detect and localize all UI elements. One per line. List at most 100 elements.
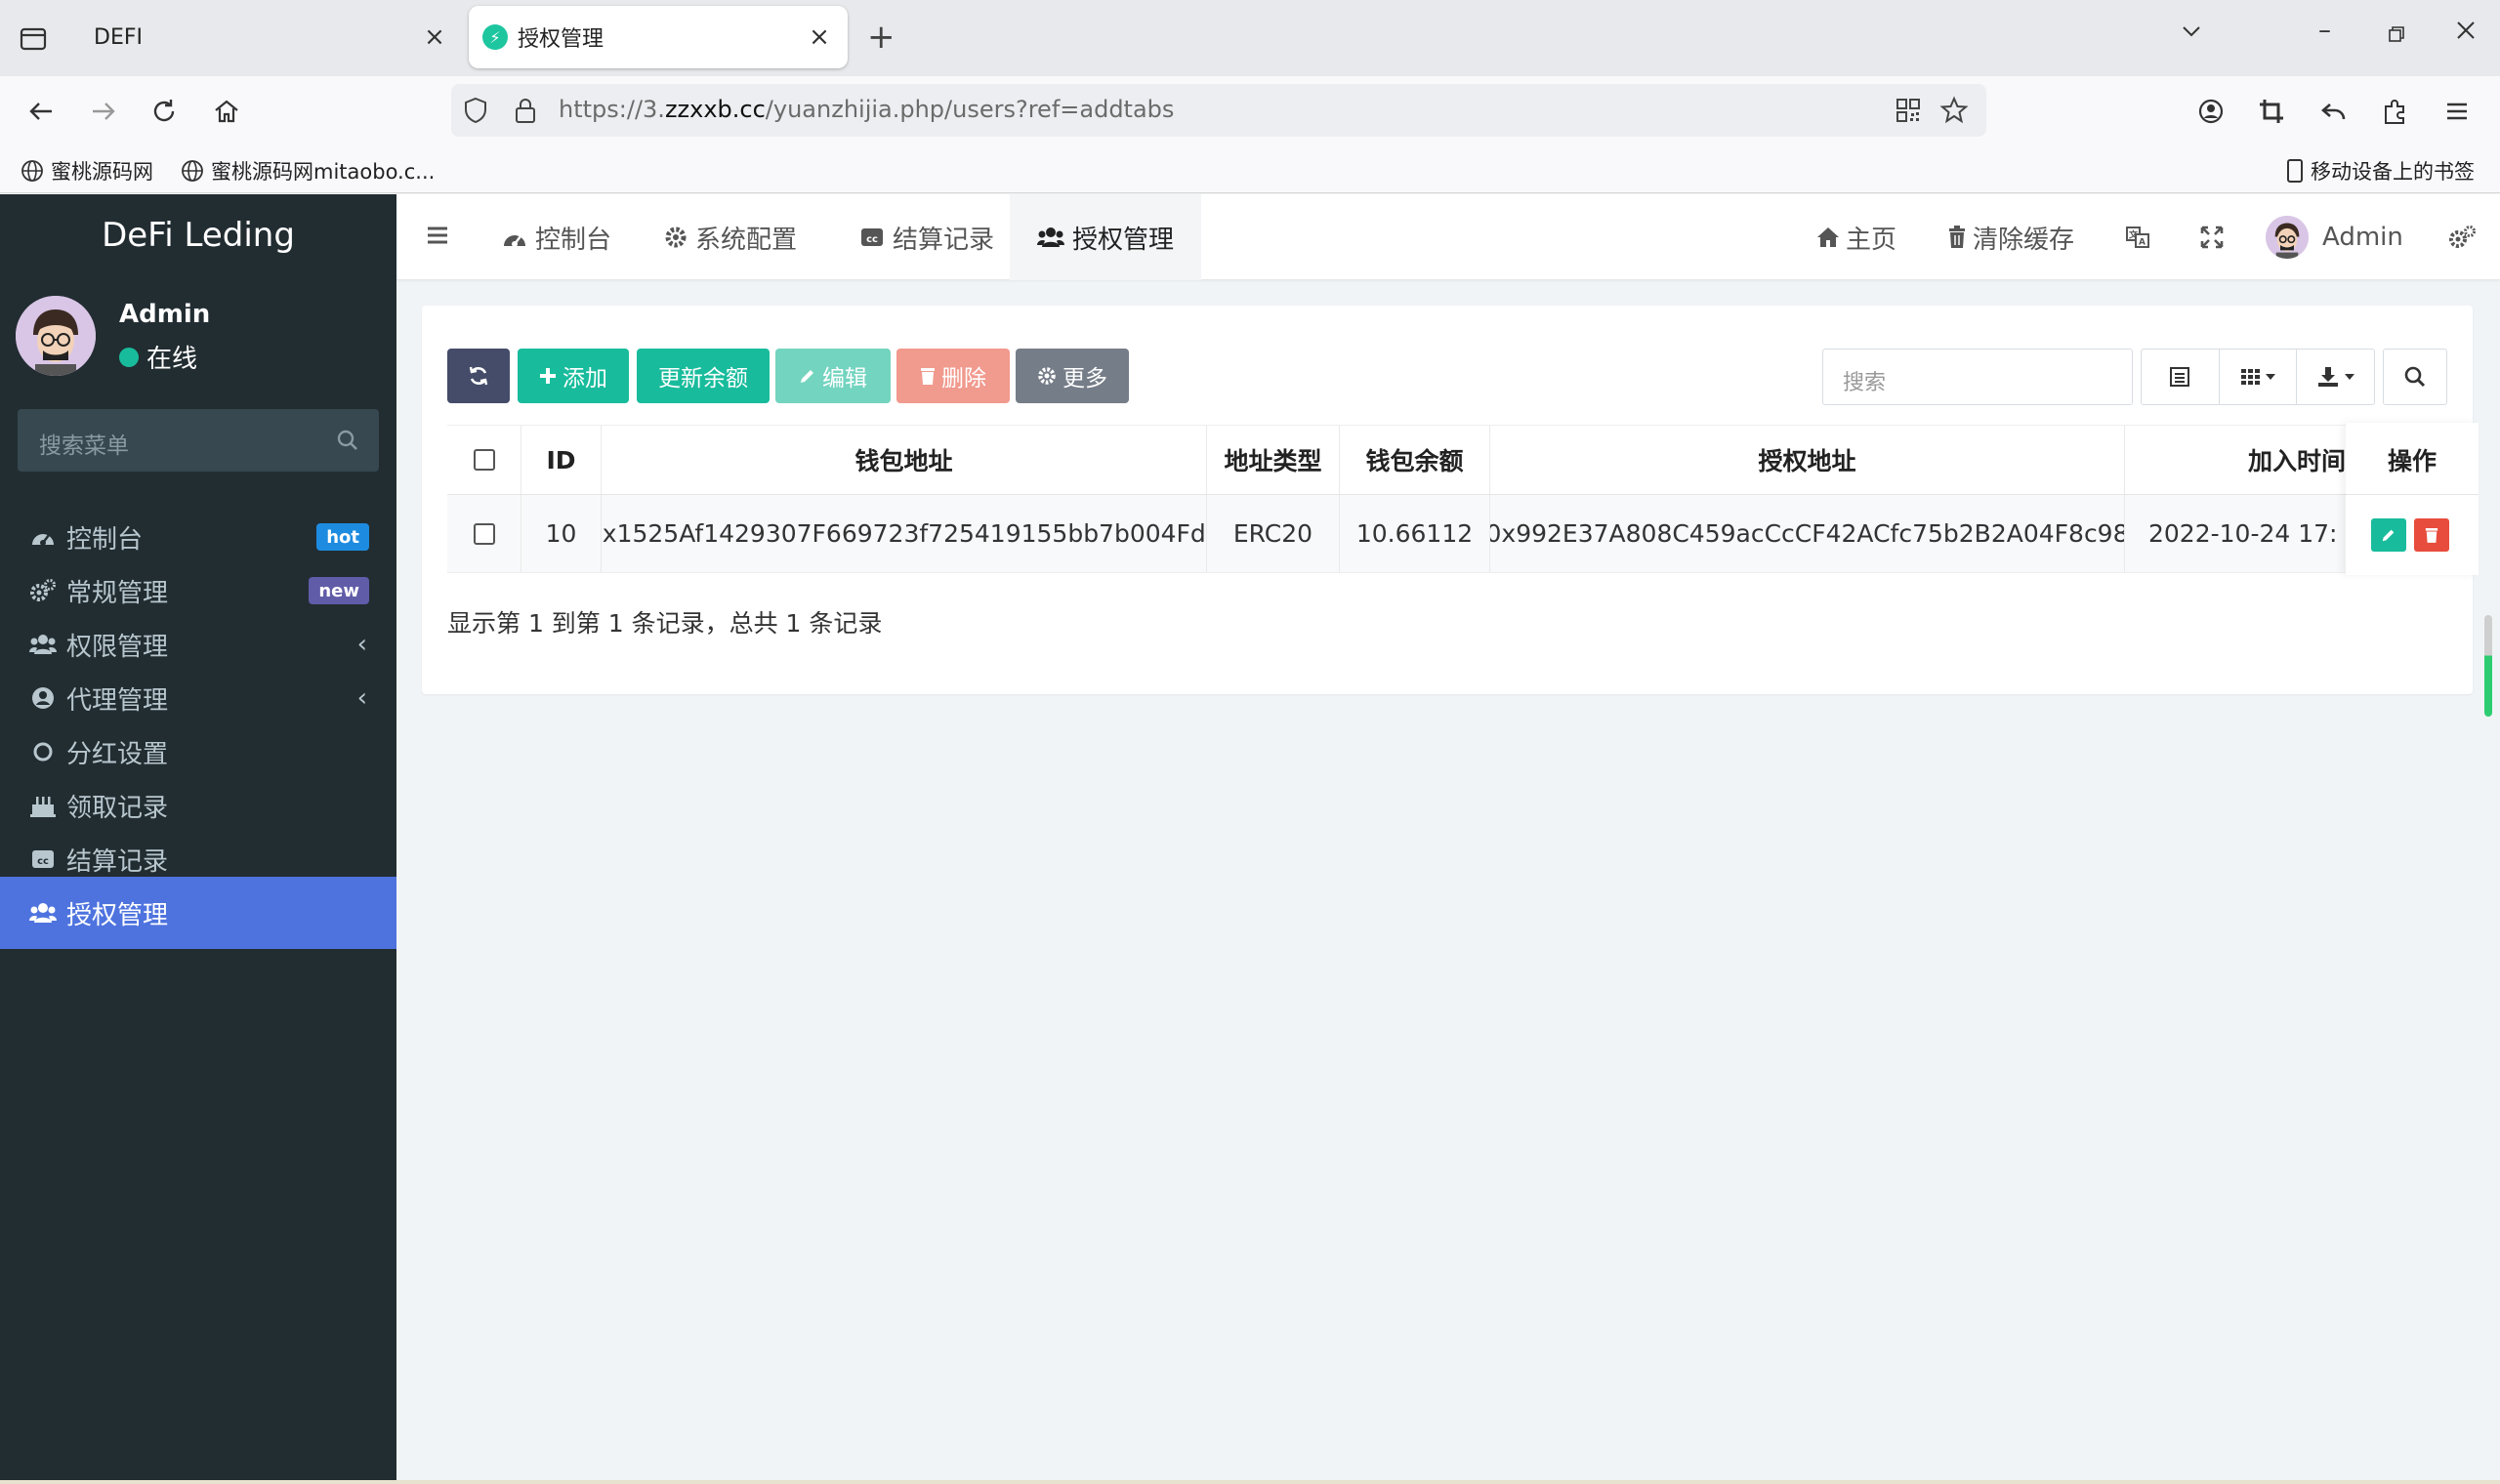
tab-dashboard[interactable]: 控制台	[475, 194, 639, 280]
delete-button[interactable]: 删除	[896, 349, 1010, 403]
update-balance-label: 更新余额	[658, 366, 748, 392]
column-header-type[interactable]: 地址类型	[1207, 426, 1340, 494]
tab-authorization[interactable]: 授权管理	[1010, 194, 1202, 280]
column-header-wallet[interactable]: 钱包地址	[602, 426, 1207, 494]
minimize-icon[interactable]: –	[2318, 16, 2331, 45]
cell-balance: 10.66112	[1340, 495, 1490, 572]
pagination-info: 显示第 1 到第 1 条记录，总共 1 条记录	[447, 609, 883, 638]
window-close-icon[interactable]	[2453, 18, 2479, 50]
window-bottom-edge	[0, 1480, 2500, 1484]
sidebar-item-authorization[interactable]: 授权管理	[0, 877, 396, 949]
pencil-icon	[801, 370, 813, 383]
star-icon[interactable]	[1939, 96, 1969, 129]
back-icon[interactable]	[23, 94, 59, 129]
app-logo[interactable]: DeFi Leding	[0, 216, 396, 255]
bookmark-item[interactable]: 蜜桃源码网mitaobo.c...	[180, 156, 435, 186]
bookmark-item[interactable]: 蜜桃源码网	[20, 156, 153, 186]
dashboard-icon	[29, 523, 57, 551]
table-search-input[interactable]: 搜索	[1822, 349, 2133, 405]
search-icon	[2404, 366, 2426, 388]
lightning-icon: ⚡	[482, 24, 508, 50]
select-all-checkbox[interactable]	[473, 449, 495, 471]
lock-icon[interactable]	[512, 96, 539, 129]
export-dropdown[interactable]	[2297, 350, 2374, 404]
cc-icon: cc	[29, 845, 57, 873]
settings-cogs-icon[interactable]	[2447, 194, 2477, 280]
browser-tab-auth[interactable]: ⚡ 授权管理 ×	[469, 6, 848, 68]
table-search-placeholder: 搜索	[1843, 371, 1887, 395]
browser-tab-defi[interactable]: DEFI ×	[72, 6, 463, 68]
edit-button[interactable]: 编辑	[775, 349, 891, 403]
admin-menu[interactable]: Admin	[2266, 194, 2403, 280]
undo-icon[interactable]	[2316, 94, 2352, 129]
hamburger-icon[interactable]	[424, 222, 451, 253]
shield-icon[interactable]	[461, 96, 490, 129]
delete-label: 删除	[941, 366, 986, 392]
fullscreen-icon[interactable]	[2199, 194, 2225, 280]
column-header-id[interactable]: ID	[521, 426, 602, 494]
table-row[interactable]: 10 0x1525Af1429307F669723f725419155bb7b0…	[447, 495, 2447, 573]
qr-code-icon[interactable]	[1895, 97, 1922, 128]
address-bar[interactable]: https://3.zzxxb.cc/yuanzhijia.php/users?…	[451, 84, 1986, 137]
new-tab-icon[interactable]: +	[867, 18, 896, 57]
account-icon[interactable]	[2193, 94, 2229, 129]
content-panel: 添加 更新余额 编辑 删除 更多 搜索 ID 钱包地址 地址类型 钱包余额 授权…	[422, 306, 2479, 694]
extensions-icon[interactable]	[2377, 94, 2412, 129]
list-icon	[2170, 367, 2190, 387]
menu-icon[interactable]	[2439, 94, 2475, 129]
bookmark-label: 蜜桃源码网	[51, 160, 153, 184]
add-button[interactable]: 添加	[518, 349, 629, 403]
row-checkbox[interactable]	[473, 522, 495, 545]
translate-icon[interactable]: 文A	[2125, 194, 2150, 280]
restore-icon[interactable]	[2387, 21, 2406, 51]
mobile-bookmarks[interactable]: 移动设备上的书签	[2285, 156, 2475, 186]
user-status: 在线	[119, 339, 197, 375]
tab-system-config[interactable]: 系统配置	[637, 194, 824, 280]
crop-icon[interactable]	[2254, 94, 2289, 129]
url-text[interactable]: https://3.zzxxb.cc/yuanzhijia.php/users?…	[559, 96, 1174, 123]
tab-label: 授权管理	[1072, 225, 1175, 255]
sidebar-item-label: 领取记录	[66, 793, 169, 823]
close-icon[interactable]: ×	[420, 22, 449, 52]
cog-icon	[665, 227, 687, 248]
refresh-button[interactable]	[447, 349, 510, 403]
cell-type[interactable]: ERC20	[1207, 495, 1340, 572]
sidebar-item-label: 分红设置	[66, 739, 169, 769]
column-header-time[interactable]: 加入时间	[2125, 426, 2359, 494]
column-header-auth[interactable]: 授权地址	[1490, 426, 2125, 494]
user-name: Admin	[119, 300, 211, 329]
globe-icon	[182, 160, 203, 182]
close-icon[interactable]: ×	[805, 22, 834, 52]
forward-icon[interactable]	[86, 94, 121, 129]
columns-dropdown[interactable]	[2220, 350, 2298, 404]
sidebar-item-label: 结算记录	[66, 846, 169, 877]
column-header-balance[interactable]: 钱包余额	[1340, 426, 1490, 494]
cogs-icon	[29, 577, 57, 604]
row-edit-button[interactable]	[2371, 518, 2406, 552]
table-search-button[interactable]	[2383, 349, 2447, 405]
update-balance-button[interactable]: 更新余额	[637, 349, 770, 403]
tab-list-icon[interactable]	[14, 20, 53, 59]
trash-icon	[1949, 226, 1965, 248]
hot-badge: hot	[316, 523, 369, 551]
search-icon[interactable]	[336, 429, 359, 456]
tab-settlements[interactable]: cc 结算记录	[832, 194, 1021, 280]
list-view-toggle[interactable]	[2142, 350, 2220, 404]
clear-cache-button[interactable]: 清除缓存	[1947, 194, 2074, 280]
home-icon	[1817, 227, 1839, 247]
reload-icon[interactable]	[146, 94, 182, 129]
menu-search-placeholder: 搜索菜单	[39, 433, 129, 459]
caret-down-icon	[2344, 374, 2354, 380]
row-delete-button[interactable]	[2414, 518, 2449, 552]
circle-icon	[29, 738, 57, 765]
more-button[interactable]: 更多	[1016, 349, 1129, 403]
browser-tab-title: DEFI	[94, 24, 143, 50]
home-icon[interactable]	[209, 94, 244, 129]
home-link[interactable]: 主页	[1816, 194, 1896, 280]
phone-icon	[2287, 159, 2303, 183]
page-scrollbar[interactable]	[2484, 615, 2492, 717]
pencil-icon	[2382, 529, 2395, 542]
cell-id: 10	[521, 495, 602, 572]
chevron-down-icon[interactable]	[2178, 18, 2205, 52]
menu-search-input[interactable]: 搜索菜单	[18, 409, 379, 472]
